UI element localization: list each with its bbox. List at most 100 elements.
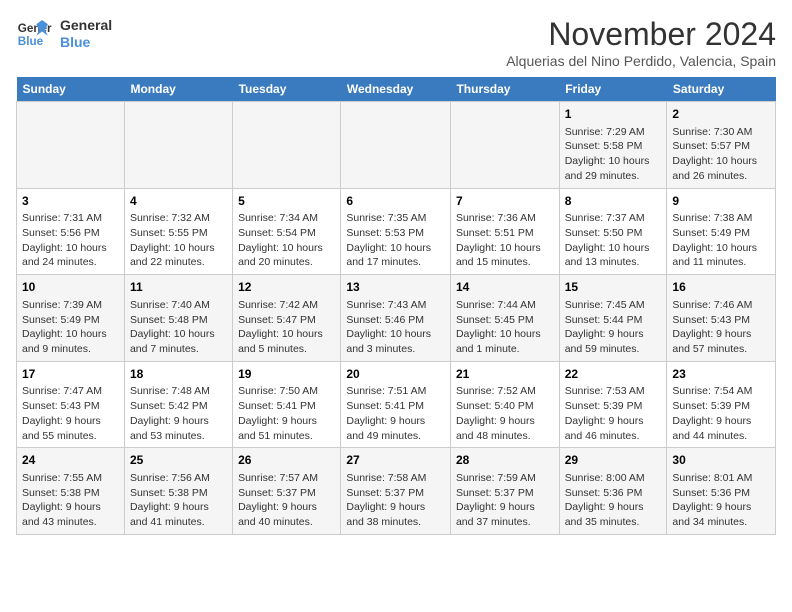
day-info: Sunrise: 8:00 AM: [565, 471, 662, 486]
weekday-header-row: SundayMondayTuesdayWednesdayThursdayFrid…: [17, 77, 776, 102]
day-info: Sunrise: 7:42 AM: [238, 298, 335, 313]
day-info: Sunrise: 7:34 AM: [238, 211, 335, 226]
day-number: 6: [346, 193, 445, 210]
day-info: Daylight: 10 hours and 7 minutes.: [130, 327, 227, 356]
day-info: Sunrise: 8:01 AM: [672, 471, 770, 486]
calendar-table: SundayMondayTuesdayWednesdayThursdayFrid…: [16, 77, 776, 535]
day-info: Sunset: 5:48 PM: [130, 313, 227, 328]
calendar-cell: [124, 102, 232, 189]
calendar-cell: 12Sunrise: 7:42 AMSunset: 5:47 PMDayligh…: [233, 275, 341, 362]
calendar-cell: 3Sunrise: 7:31 AMSunset: 5:56 PMDaylight…: [17, 188, 125, 275]
day-number: 27: [346, 452, 445, 469]
day-number: 30: [672, 452, 770, 469]
logo-line1: General: [60, 17, 112, 34]
day-info: Sunset: 5:54 PM: [238, 226, 335, 241]
day-number: 20: [346, 366, 445, 383]
day-info: Sunset: 5:43 PM: [22, 399, 119, 414]
calendar-cell: 1Sunrise: 7:29 AMSunset: 5:58 PMDaylight…: [559, 102, 667, 189]
day-info: Sunrise: 7:53 AM: [565, 384, 662, 399]
day-info: Sunset: 5:49 PM: [22, 313, 119, 328]
day-info: Sunrise: 7:36 AM: [456, 211, 554, 226]
day-number: 10: [22, 279, 119, 296]
day-info: Daylight: 10 hours and 26 minutes.: [672, 154, 770, 183]
day-number: 1: [565, 106, 662, 123]
day-info: Sunset: 5:47 PM: [238, 313, 335, 328]
calendar-cell: 14Sunrise: 7:44 AMSunset: 5:45 PMDayligh…: [450, 275, 559, 362]
day-info: Sunrise: 7:31 AM: [22, 211, 119, 226]
calendar-cell: 22Sunrise: 7:53 AMSunset: 5:39 PMDayligh…: [559, 361, 667, 448]
day-number: 7: [456, 193, 554, 210]
day-info: Sunset: 5:55 PM: [130, 226, 227, 241]
day-info: Daylight: 10 hours and 17 minutes.: [346, 241, 445, 270]
day-info: Sunset: 5:38 PM: [130, 486, 227, 501]
day-info: Sunset: 5:50 PM: [565, 226, 662, 241]
calendar-cell: 29Sunrise: 8:00 AMSunset: 5:36 PMDayligh…: [559, 448, 667, 535]
day-info: Sunrise: 7:46 AM: [672, 298, 770, 313]
day-info: Sunrise: 7:37 AM: [565, 211, 662, 226]
day-number: 18: [130, 366, 227, 383]
day-info: Sunrise: 7:55 AM: [22, 471, 119, 486]
day-info: Sunset: 5:43 PM: [672, 313, 770, 328]
day-info: Daylight: 9 hours and 51 minutes.: [238, 414, 335, 443]
calendar-cell: 28Sunrise: 7:59 AMSunset: 5:37 PMDayligh…: [450, 448, 559, 535]
day-info: Daylight: 9 hours and 59 minutes.: [565, 327, 662, 356]
calendar-cell: [233, 102, 341, 189]
day-info: Sunrise: 7:32 AM: [130, 211, 227, 226]
weekday-header-saturday: Saturday: [667, 77, 776, 102]
day-number: 5: [238, 193, 335, 210]
day-info: Daylight: 9 hours and 34 minutes.: [672, 500, 770, 529]
calendar-cell: 13Sunrise: 7:43 AMSunset: 5:46 PMDayligh…: [341, 275, 451, 362]
day-info: Sunset: 5:38 PM: [22, 486, 119, 501]
header: General Blue General Blue November 2024 …: [16, 16, 776, 69]
calendar-week-row: 3Sunrise: 7:31 AMSunset: 5:56 PMDaylight…: [17, 188, 776, 275]
day-number: 16: [672, 279, 770, 296]
day-info: Sunset: 5:49 PM: [672, 226, 770, 241]
day-number: 3: [22, 193, 119, 210]
day-info: Sunset: 5:42 PM: [130, 399, 227, 414]
day-info: Sunset: 5:37 PM: [456, 486, 554, 501]
day-info: Sunset: 5:41 PM: [238, 399, 335, 414]
day-info: Daylight: 10 hours and 22 minutes.: [130, 241, 227, 270]
calendar-cell: 17Sunrise: 7:47 AMSunset: 5:43 PMDayligh…: [17, 361, 125, 448]
day-number: 23: [672, 366, 770, 383]
calendar-cell: 5Sunrise: 7:34 AMSunset: 5:54 PMDaylight…: [233, 188, 341, 275]
weekday-header-wednesday: Wednesday: [341, 77, 451, 102]
calendar-week-row: 17Sunrise: 7:47 AMSunset: 5:43 PMDayligh…: [17, 361, 776, 448]
weekday-header-thursday: Thursday: [450, 77, 559, 102]
day-info: Sunset: 5:39 PM: [672, 399, 770, 414]
day-number: 2: [672, 106, 770, 123]
day-info: Sunrise: 7:48 AM: [130, 384, 227, 399]
day-number: 8: [565, 193, 662, 210]
day-info: Sunset: 5:45 PM: [456, 313, 554, 328]
day-info: Daylight: 9 hours and 44 minutes.: [672, 414, 770, 443]
day-info: Sunrise: 7:56 AM: [130, 471, 227, 486]
day-number: 29: [565, 452, 662, 469]
weekday-header-sunday: Sunday: [17, 77, 125, 102]
svg-text:Blue: Blue: [18, 35, 44, 48]
calendar-cell: 18Sunrise: 7:48 AMSunset: 5:42 PMDayligh…: [124, 361, 232, 448]
calendar-week-row: 10Sunrise: 7:39 AMSunset: 5:49 PMDayligh…: [17, 275, 776, 362]
day-info: Daylight: 10 hours and 9 minutes.: [22, 327, 119, 356]
day-info: Sunrise: 7:29 AM: [565, 125, 662, 140]
day-info: Daylight: 9 hours and 48 minutes.: [456, 414, 554, 443]
day-number: 12: [238, 279, 335, 296]
calendar-cell: 25Sunrise: 7:56 AMSunset: 5:38 PMDayligh…: [124, 448, 232, 535]
day-info: Sunset: 5:57 PM: [672, 139, 770, 154]
day-info: Sunrise: 7:50 AM: [238, 384, 335, 399]
day-info: Sunrise: 7:54 AM: [672, 384, 770, 399]
day-info: Daylight: 10 hours and 20 minutes.: [238, 241, 335, 270]
day-number: 26: [238, 452, 335, 469]
calendar-cell: [341, 102, 451, 189]
calendar-cell: [17, 102, 125, 189]
title-area: November 2024 Alquerias del Nino Perdido…: [506, 16, 776, 69]
day-info: Daylight: 9 hours and 55 minutes.: [22, 414, 119, 443]
day-info: Sunrise: 7:47 AM: [22, 384, 119, 399]
day-info: Daylight: 10 hours and 15 minutes.: [456, 241, 554, 270]
day-number: 4: [130, 193, 227, 210]
weekday-header-monday: Monday: [124, 77, 232, 102]
calendar-cell: 4Sunrise: 7:32 AMSunset: 5:55 PMDaylight…: [124, 188, 232, 275]
calendar-cell: 6Sunrise: 7:35 AMSunset: 5:53 PMDaylight…: [341, 188, 451, 275]
day-info: Sunrise: 7:57 AM: [238, 471, 335, 486]
day-info: Sunset: 5:40 PM: [456, 399, 554, 414]
day-info: Sunset: 5:53 PM: [346, 226, 445, 241]
